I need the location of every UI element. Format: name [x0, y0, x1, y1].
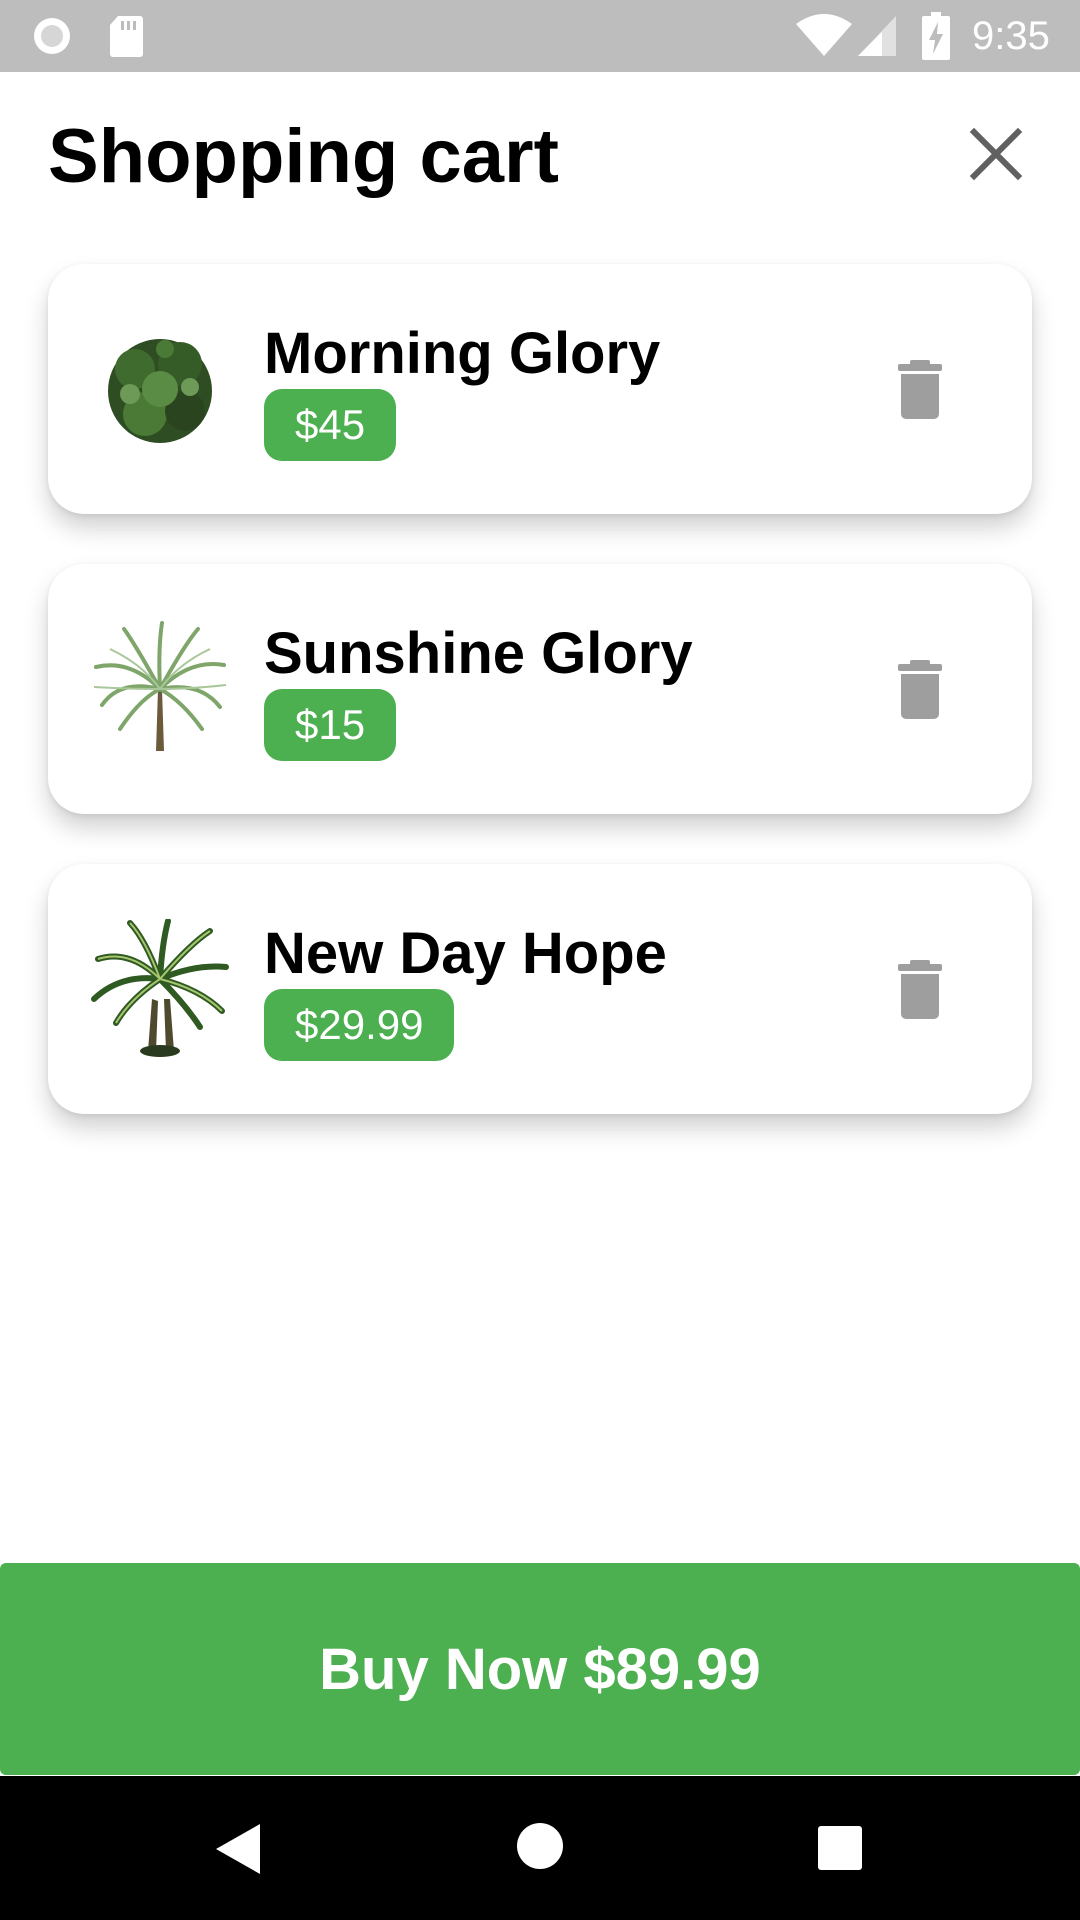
- status-bar: 9:35: [0, 0, 1080, 72]
- battery-charging-icon: [922, 12, 950, 60]
- record-icon: [34, 18, 70, 54]
- shrub-plant-image: [108, 339, 212, 443]
- cart-item[interactable]: New Day Hope $29.99: [48, 864, 1032, 1114]
- trash-icon[interactable]: [890, 960, 950, 1020]
- navigation-bar: [0, 1776, 1080, 1920]
- palm-plant-image: [93, 621, 227, 751]
- price-badge: $29.99: [264, 989, 455, 1061]
- trash-icon[interactable]: [890, 360, 950, 420]
- back-icon[interactable]: [212, 1822, 264, 1876]
- trash-icon[interactable]: [890, 660, 950, 720]
- wifi-icon: [796, 14, 852, 56]
- price-badge: $15: [264, 689, 397, 761]
- item-name: Morning Glory: [264, 321, 661, 386]
- cart-item[interactable]: Sunshine Glory $15: [48, 564, 1032, 814]
- home-icon[interactable]: [516, 1822, 564, 1870]
- page-title: Shopping cart: [48, 114, 559, 199]
- buy-now-button[interactable]: Buy Now $89.99: [0, 1563, 1080, 1775]
- sd-card-icon: [110, 16, 143, 57]
- recents-icon[interactable]: [816, 1824, 864, 1872]
- buy-now-label: Buy Now $89.99: [319, 1637, 761, 1702]
- cell-signal-icon: [858, 16, 896, 56]
- price-badge: $45: [264, 389, 397, 461]
- item-name: New Day Hope: [264, 921, 667, 986]
- item-name: Sunshine Glory: [264, 621, 693, 686]
- status-time: 9:35: [972, 14, 1050, 58]
- cart-list: Morning Glory $45 Sunshine Glory $15 New…: [48, 264, 1032, 1164]
- close-icon[interactable]: [966, 124, 1026, 184]
- cart-item[interactable]: Morning Glory $45: [48, 264, 1032, 514]
- dracaena-plant-image: [91, 919, 229, 1057]
